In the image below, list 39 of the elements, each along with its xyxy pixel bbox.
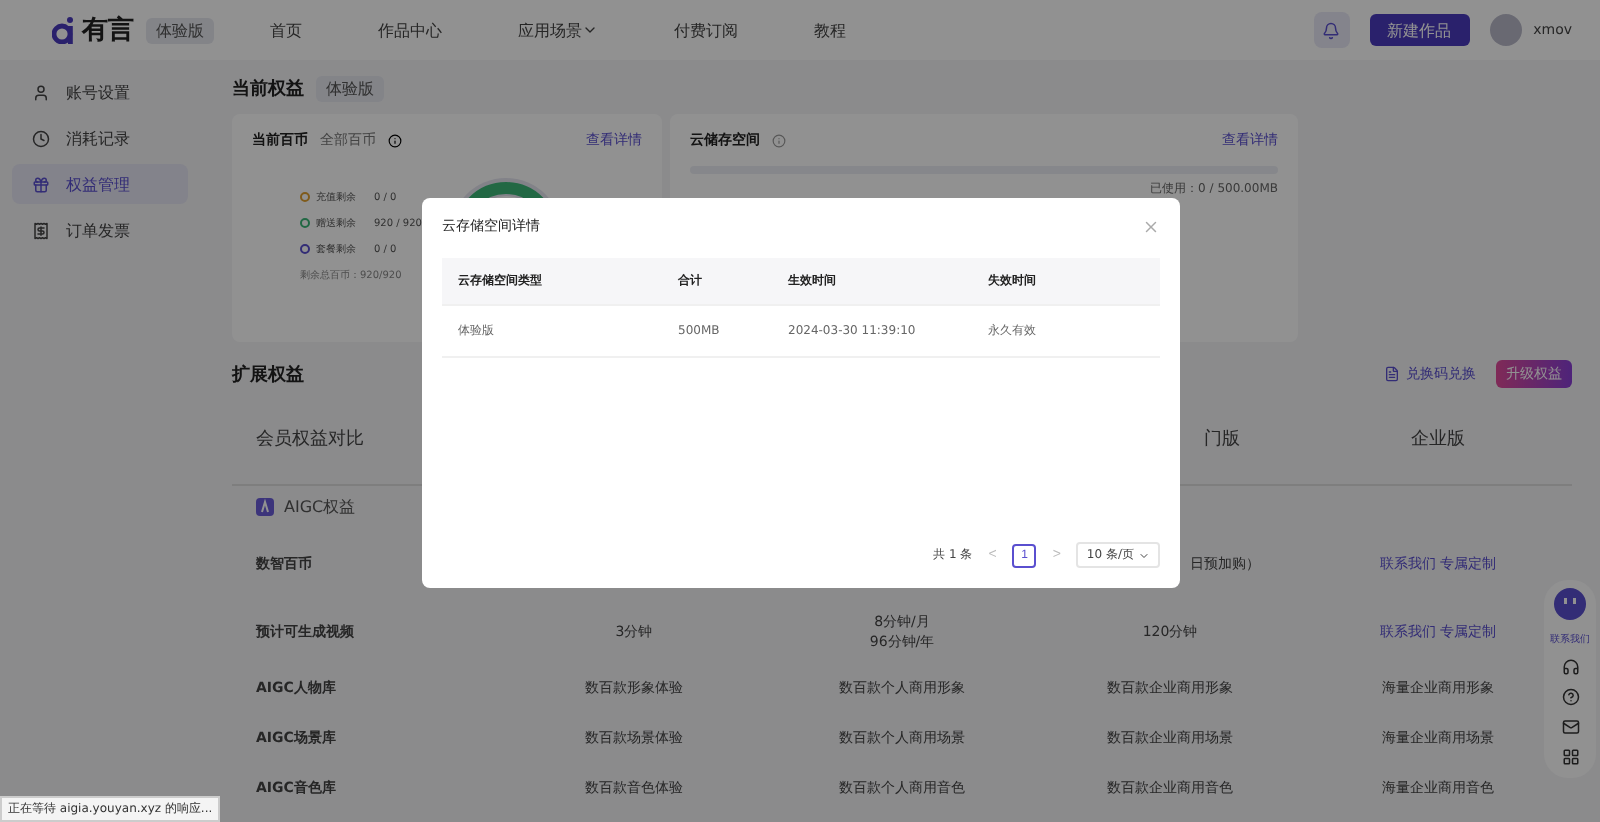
- sidebar-item[interactable]: 账号设置: [12, 72, 188, 112]
- nav-item[interactable]: 应用场景: [518, 19, 598, 41]
- receipt-icon: [32, 221, 50, 239]
- support-avatar-icon[interactable]: [1554, 588, 1586, 620]
- clock-icon: [32, 129, 50, 147]
- bell-icon[interactable]: [1322, 21, 1341, 39]
- mail-icon[interactable]: [1561, 718, 1579, 736]
- headset-icon[interactable]: [1561, 658, 1579, 676]
- section-title: 当前权益: [232, 77, 304, 101]
- caret-icon: [1138, 549, 1150, 561]
- sidebar-item[interactable]: 订单发票: [12, 210, 188, 250]
- document-icon: [1384, 366, 1400, 382]
- nav-item[interactable]: 教程: [814, 19, 846, 41]
- logo-icon: [52, 16, 76, 44]
- gift-icon: [32, 175, 50, 193]
- nav-item[interactable]: 首页: [270, 19, 302, 41]
- nav-item[interactable]: 付费订阅: [674, 19, 738, 41]
- aigc-icon: [256, 497, 274, 515]
- help-icon[interactable]: [1561, 688, 1579, 706]
- nav-item[interactable]: 作品中心: [378, 19, 442, 41]
- edition-badge: 体验版: [316, 75, 384, 101]
- column-header: 企业版: [1411, 427, 1465, 452]
- edition-badge: 体验版: [146, 17, 214, 43]
- caret-icon[interactable]: [582, 22, 598, 38]
- logo-text[interactable]: 有言: [82, 12, 134, 48]
- legend-dot: [300, 218, 310, 228]
- notification-button[interactable]: [1313, 12, 1350, 48]
- column-header: 门版: [1204, 427, 1240, 452]
- user-icon: [32, 83, 50, 101]
- info-icon[interactable]: [388, 133, 402, 147]
- new-work-button[interactable]: 新建作品: [1369, 14, 1470, 46]
- sidebar-item[interactable]: 消耗记录: [12, 118, 188, 158]
- grid-icon[interactable]: [1561, 748, 1579, 766]
- column-header: 会员权益对比: [254, 427, 364, 452]
- section-label: AIGC权益: [284, 495, 356, 517]
- section-title: 扩展权益: [232, 362, 304, 387]
- sidebar-item[interactable]: 权益管理: [12, 164, 188, 204]
- legend-dot: [300, 244, 310, 254]
- legend-dot: [300, 192, 310, 202]
